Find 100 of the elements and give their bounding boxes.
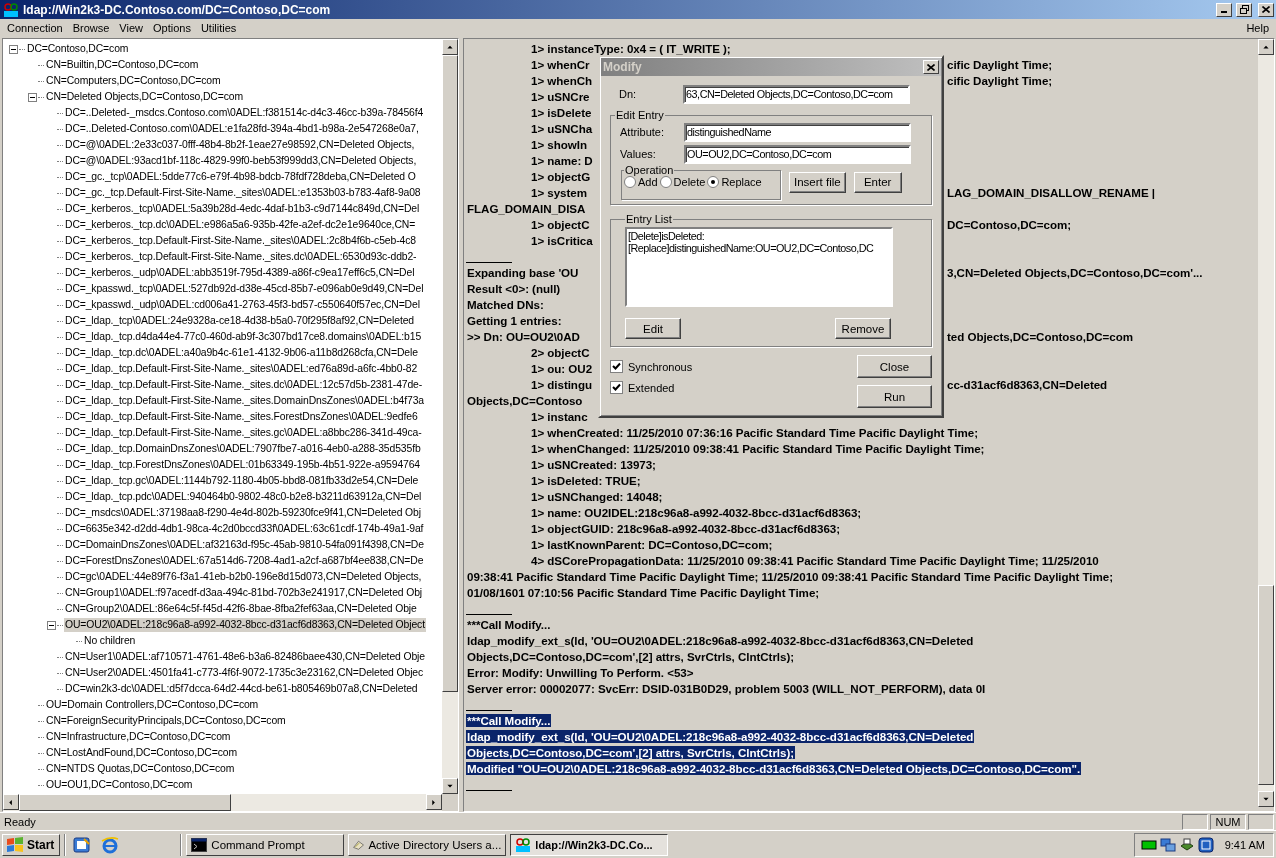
tree-item[interactable]: CN=Infrastructure,DC=Contoso,DC=com <box>45 730 232 744</box>
scroll-right-button[interactable] <box>426 794 442 810</box>
tree-item[interactable]: DC=Contoso,DC=com <box>26 42 130 56</box>
taskbar-button[interactable]: ldap://Win2k3-DC.Co... <box>510 833 669 856</box>
horizontal-scrollbar[interactable] <box>3 794 442 811</box>
checkbox[interactable] <box>610 381 623 394</box>
tree-item[interactable]: OU=Domain Controllers,DC=Contoso,DC=com <box>45 698 260 712</box>
tree-item[interactable]: CN=ForeignSecurityPrincipals,DC=Contoso,DC=com <box>45 714 287 728</box>
collapse-icon[interactable] <box>28 92 37 102</box>
tree-item[interactable]: DC=gc\0ADEL:44e89f76-f3a1-41eb-b2b0-196e8d15d073,CN=Deleted Objects, <box>64 570 423 584</box>
taskbar-button[interactable]: Command Prompt <box>186 833 345 856</box>
radio-button[interactable] <box>659 176 672 188</box>
tree-item[interactable]: DC=@\0ADEL:93acd1bf-118c-4829-99f0-beb53f999dd3,CN=Deleted Objects, <box>64 154 418 168</box>
tree-item[interactable]: DC=_kerberos._tcp\0ADEL:5a39b28d-4edc-4daf-b1b3-c9d7144c849d,CN=Del <box>64 202 421 216</box>
list-item[interactable]: [Replace]distinguishedName:OU=OU2,DC=Contoso,DC <box>628 242 874 254</box>
minimize-button[interactable] <box>1216 2 1232 17</box>
tree-item[interactable]: DC=_ldap._tcp.Default-First-Site-Name._sites.ForestDnsZones\0ADEL:9edfe6 <box>64 410 419 424</box>
tree-item[interactable]: CN=NTDS Quotas,DC=Contoso,DC=com <box>45 762 236 776</box>
printer-icon[interactable] <box>1178 836 1195 853</box>
restore-button[interactable] <box>1236 2 1252 17</box>
tree-item[interactable]: DC=_ldap._tcp.d4da44e4-77c0-460d-ab9f-3c307bd17ce8.domains\0ADEL:b15 <box>64 330 423 344</box>
menu-item[interactable]: Browse <box>67 22 115 34</box>
radio-button[interactable] <box>707 176 720 188</box>
tree-item[interactable]: CN=User1\0ADEL:af710571-4761-48e6-b3a6-82486baee430,CN=Deleted Obje <box>64 650 426 664</box>
tree-item[interactable]: OU=OU2\0ADEL:218c96a8-a992-4032-8bcc-d31acf6d8363,CN=Deleted Object <box>64 618 426 632</box>
vertical-scrollbar[interactable] <box>1258 39 1274 807</box>
tree-item[interactable]: DC=_kerberos._udp\0ADEL:abb3519f-795d-4389-a86f-c9ea17eff6c5,CN=Del <box>64 266 416 280</box>
scroll-down-button[interactable] <box>442 778 458 794</box>
tree-item[interactable]: DC=_ldap._tcp.dc\0ADEL:a40a9b4c-61e1-4132-9b06-a11b8d268cfa,CN=Dele <box>64 346 419 360</box>
tree-item[interactable]: DC=_gc._tcp\0ADEL:5dde77c6-e79f-4b98-bdcb-78fdf728deba,CN=Deleted O <box>64 170 417 184</box>
tree-item[interactable]: DC=_ldap._tcp.DomainDnsZones\0ADEL:7907fbe7-a016-4eb0-a288-35d535fb <box>64 442 422 456</box>
tree-item[interactable]: OU=OU1,DC=Contoso,DC=com <box>45 778 194 792</box>
menu-item[interactable]: View <box>114 22 148 34</box>
scroll-down-button[interactable] <box>1258 791 1274 807</box>
dialog-button[interactable]: Enter <box>853 171 902 193</box>
menu-item[interactable]: Connection <box>2 22 68 34</box>
scroll-left-button[interactable] <box>3 794 19 810</box>
tree-item[interactable]: DC=_msdcs\0ADEL:37198aa8-f290-4e4d-802b-59230fce9f41,CN=Deleted Obj <box>64 506 422 520</box>
dn-field[interactable]: 63,CN=Deleted Objects,DC=Contoso,DC=com <box>683 84 910 104</box>
tree-item[interactable]: CN=Group2\0ADEL:86e64c5f-f45d-42f6-8bae-8fba2fef63aa,CN=Deleted Obje <box>64 602 418 616</box>
radio-button[interactable] <box>624 176 636 188</box>
scroll-up-button[interactable] <box>442 39 458 55</box>
scroll-up-button[interactable] <box>1258 39 1274 55</box>
tree-item[interactable]: DC=_ldap._tcp.Default-First-Site-Name._sites\0ADEL:ed76a89d-a6fc-4bb0-82 <box>64 362 419 376</box>
vertical-scrollbar[interactable] <box>442 39 458 794</box>
tree-item[interactable]: DC=ForestDnsZones\0ADEL:67a514d6-7208-4ad1-a2cf-a687bf4ee838,CN=De <box>64 554 425 568</box>
taskbar-button[interactable]: Active Directory Users a... <box>348 833 507 856</box>
dialog-button[interactable]: Edit <box>625 318 681 339</box>
collapse-icon[interactable] <box>9 44 18 54</box>
tree-item[interactable]: DC=_kpasswd._udp\0ADEL:cd006a41-2763-45f3-bd57-c550640f57ec,CN=Del <box>64 298 421 312</box>
checkbox[interactable] <box>610 360 623 373</box>
tree-item[interactable]: DC=_kerberos._tcp.Default-First-Site-Name._sites\0ADEL:2c8b4f6b-c5eb-4c8 <box>64 234 417 248</box>
tree-item[interactable]: DC=win2k3-dc\0ADEL:d5f7dcca-64d2-44cd-be61-b805469b07a8,CN=Deleted <box>64 682 419 696</box>
tree-item[interactable]: DC=..Deleted-_msdcs.Contoso.com\0ADEL:f381514c-d4c3-46cc-b39a-78456f4 <box>64 106 425 120</box>
tree-item[interactable]: CN=User2\0ADEL:4501fa41-c773-4f6f-9072-1735c3e23162,CN=Deleted Objec <box>64 666 425 680</box>
dialog-button[interactable]: Run <box>857 385 932 408</box>
tree-item[interactable]: CN=Group1\0ADEL:f97acedf-d3aa-494c-81bd-702b3e241917,CN=Deleted Obj <box>64 586 424 600</box>
tree-item[interactable]: DC=..Deleted-Contoso.com\0ADEL:e1fa28fd-394a-4bd1-b98a-2e547268e0a7, <box>64 122 420 136</box>
close-button[interactable] <box>1258 2 1274 17</box>
menu-item[interactable]: Options <box>148 22 196 34</box>
network-icon[interactable] <box>1159 836 1176 853</box>
values-field[interactable]: OU=OU2,DC=Contoso,DC=com <box>684 144 911 164</box>
tree-item[interactable]: CN=Computers,DC=Contoso,DC=com <box>45 74 222 88</box>
dialog-button[interactable]: Remove <box>835 318 891 339</box>
tree-item[interactable]: DC=_ldap._tcp.ForestDnsZones\0ADEL:01b63349-195b-4b51-922e-a9594764 <box>64 458 422 472</box>
entry-list[interactable]: [Delete]isDeleted: [Replace]distinguishedName:OU=OU2,DC=Contoso,DC <box>625 227 893 307</box>
dialog-button[interactable]: Close <box>857 355 932 378</box>
radio-label[interactable]: Replace <box>721 176 762 188</box>
tree-item[interactable]: CN=LostAndFound,DC=Contoso,DC=com <box>45 746 238 760</box>
window-icon[interactable] <box>1197 836 1214 853</box>
dialog-button[interactable]: Insert file <box>789 171 846 193</box>
checkbox-label[interactable]: Extended <box>628 381 675 394</box>
list-item[interactable]: [Delete]isDeleted: <box>628 230 705 242</box>
scroll-thumb[interactable] <box>1258 585 1274 785</box>
tree-item[interactable]: DC=@\0ADEL:2e33c037-0fff-48b4-8b2f-1eae27e98592,CN=Deleted Objects, <box>64 138 416 152</box>
tree-item[interactable]: DC=_kerberos._tcp.Default-First-Site-Name._sites.dc\0ADEL:6530d93c-ddb2- <box>64 250 418 264</box>
tree-item[interactable]: DC=_ldap._tcp\0ADEL:24e9328a-ce18-4d38-b5a0-70f295f8af92,CN=Deleted <box>64 314 415 328</box>
collapse-icon[interactable] <box>47 620 56 630</box>
tree-item[interactable]: DC=DomainDnsZones\0ADEL:af32163d-f95c-45ab-9810-54fa091f4398,CN=De <box>64 538 425 552</box>
start-button[interactable]: Start <box>2 833 61 856</box>
battery-icon[interactable] <box>1140 838 1157 851</box>
tree-item[interactable]: CN=Builtin,DC=Contoso,DC=com <box>45 58 200 72</box>
close-button[interactable] <box>923 60 939 74</box>
tree-item[interactable]: DC=_ldap._tcp.Default-First-Site-Name._sites.gc\0ADEL:a8bbc286-341d-49ca- <box>64 426 423 440</box>
tree-item[interactable]: DC=_ldap._tcp.gc\0ADEL:1144b792-1180-4b05-bbd8-081fb33d2e54,CN=Dele <box>64 474 420 488</box>
tree-item[interactable]: CN=Deleted Objects,DC=Contoso,DC=com <box>45 90 244 104</box>
tree-item[interactable]: DC=_ldap._tcp.pdc\0ADEL:940464b0-9802-48c0-b2e8-b3211d63912a,CN=Del <box>64 490 423 504</box>
checkbox-label[interactable]: Synchronous <box>628 360 693 373</box>
menu-item[interactable]: Help <box>1241 22 1274 34</box>
tree-item[interactable]: DC=_ldap._tcp.Default-First-Site-Name._sites.DomainDnsZones\0ADEL:b4f73a <box>64 394 425 408</box>
attribute-field[interactable]: distinguishedName <box>684 122 911 142</box>
scroll-thumb[interactable] <box>19 794 231 811</box>
tree-item[interactable]: DC=_kerberos._tcp.dc\0ADEL:e986a5a6-935b-42fe-a2ef-dc2e1e9640ce,CN= <box>64 218 417 232</box>
radio-label[interactable]: Delete <box>673 176 706 188</box>
radio-label[interactable]: Add <box>638 176 658 188</box>
tree-item[interactable]: DC=_gc._tcp.Default-First-Site-Name._sites\0ADEL:e1353b03-b783-4af8-9a08 <box>64 186 422 200</box>
menu-item[interactable]: Utilities <box>195 22 242 34</box>
tree-item[interactable]: DC=6635e342-d2dd-4db1-98ca-4c2d0bccd33f\0ADEL:63c61cdf-174b-49a1-9af <box>64 522 425 536</box>
tree-item[interactable]: DC=_kpasswd._tcp\0ADEL:527db92d-d38e-45cd-85b7-e096ab0e9d49,CN=Del <box>64 282 425 296</box>
tree-item[interactable]: DC=_ldap._tcp.Default-First-Site-Name._sites.dc\0ADEL:12c57d5b-2381-47de- <box>64 378 424 392</box>
